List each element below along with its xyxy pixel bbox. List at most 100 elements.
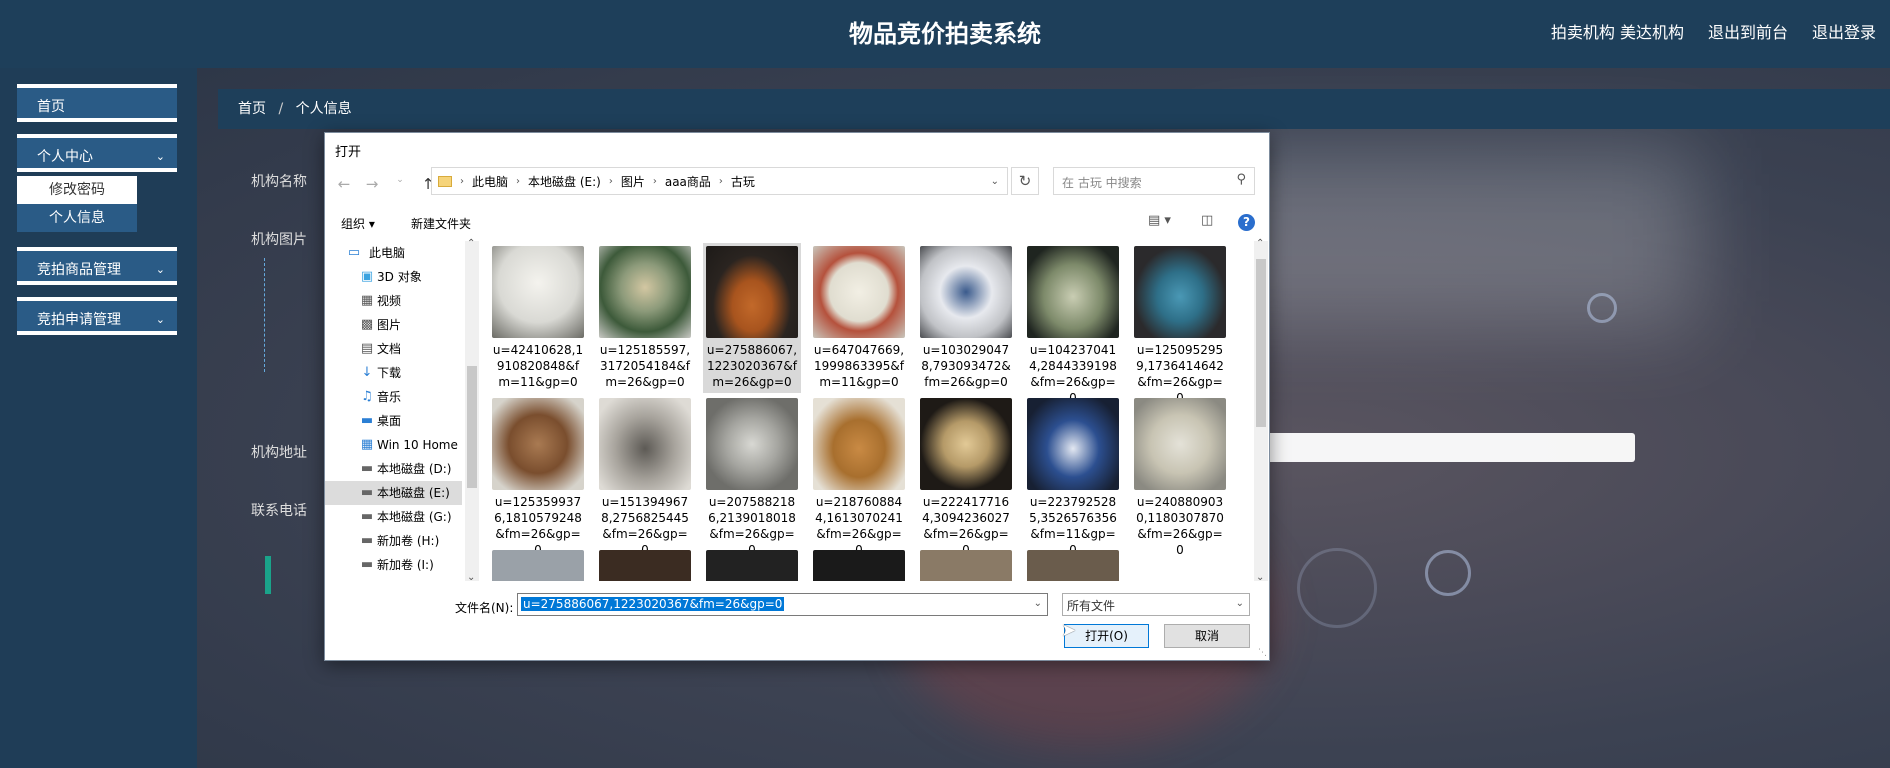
refresh-icon[interactable]: ↻ [1011, 167, 1039, 195]
drive-icon: ▬ [360, 557, 374, 572]
tree-item-drive-d[interactable]: ▬ 本地磁盘 (D:) [325, 457, 462, 481]
cancel-button[interactable]: 取消 [1164, 624, 1250, 648]
drive-icon: ▦ [360, 437, 374, 452]
file-item-partial[interactable] [489, 547, 587, 581]
file-grid-scrollbar[interactable]: ⌃ ⌄ [1254, 238, 1268, 583]
recent-dropdown-icon[interactable]: ⌄ [391, 175, 409, 193]
document-icon: ▤ [360, 341, 374, 356]
submenu-change-password[interactable]: 修改密码 [17, 176, 137, 204]
tree-item-pictures[interactable]: ▩ 图片 [325, 313, 462, 337]
tree-item-label: 本地磁盘 (D:) [377, 462, 452, 476]
back-to-front-link[interactable]: 退出到前台 [1708, 19, 1788, 43]
file-item[interactable]: u=1513949678,2756825445&fm=26&gp=0 [596, 395, 694, 557]
file-type-select[interactable]: 所有文件 ⌄ [1062, 593, 1250, 616]
file-item-partial[interactable] [1024, 547, 1122, 581]
file-item-partial[interactable] [596, 547, 694, 581]
file-item-partial[interactable] [703, 547, 801, 581]
file-thumbnail [920, 550, 1012, 581]
org-name-link[interactable]: 拍卖机构 美达机构 [1551, 19, 1684, 43]
address-bar[interactable]: › 此电脑 › 本地磁盘 (E:) › 图片 › aaa商品 › 古玩 ⌄ [431, 167, 1008, 195]
file-thumbnail [599, 398, 691, 490]
scroll-down-icon[interactable]: ⌄ [1256, 572, 1264, 583]
file-thumbnail [920, 246, 1012, 338]
view-options-icon[interactable]: ▤ ▾ [1148, 213, 1171, 228]
file-item[interactable]: u=2408809030,1180307870&fm=26&gp=0 [1131, 395, 1229, 557]
label-org-address: 机构地址 [251, 445, 307, 461]
tree-item-win10[interactable]: ▦ Win 10 Home › [325, 433, 462, 457]
back-arrow-icon[interactable]: ← [335, 175, 353, 193]
scrollbar-thumb[interactable] [467, 366, 477, 488]
file-item[interactable]: u=1030290478,793093472&fm=26&gp=0 [917, 243, 1015, 393]
file-item[interactable]: u=2187608844,1613070241&fm=26&gp=0 [810, 395, 908, 557]
file-thumbnail [920, 398, 1012, 490]
scroll-up-icon[interactable]: ⌃ [467, 238, 475, 249]
open-button[interactable]: 打开(O) [1064, 624, 1149, 648]
tree-item-drive-i[interactable]: ▬ 新加卷 (I:) [325, 553, 462, 577]
new-folder-button[interactable]: 新建文件夹 [411, 215, 471, 232]
file-thumbnail [1027, 398, 1119, 490]
picture-icon: ▩ [360, 317, 374, 332]
tree-item-downloads[interactable]: ↓ 下载 [325, 361, 462, 385]
file-item-selected[interactable]: u=275886067,1223020367&fm=26&gp=0 [703, 243, 801, 393]
sidebar-item-label: 竞拍申请管理 [37, 312, 121, 328]
background-ring [1425, 550, 1471, 596]
file-item[interactable]: u=2237925285,3526576356&fm=11&gp=0 [1024, 395, 1122, 557]
tree-item-music[interactable]: ♫ 音乐 [325, 385, 462, 409]
file-item[interactable]: u=2075882186,2139018018&fm=26&gp=0 [703, 395, 801, 557]
chevron-right-icon: › [608, 175, 613, 187]
tree-item-label: 此电脑 [369, 246, 406, 260]
file-item[interactable]: u=647047669,1999863395&fm=11&gp=0 [810, 243, 908, 393]
path-segment[interactable]: 本地磁盘 (E:) [528, 173, 601, 190]
dialog-toolbar: 组织 ▾ 新建文件夹 ▤ ▾ ◫ ? [325, 208, 1269, 238]
chevron-down-icon[interactable]: ⌄ [991, 176, 999, 187]
file-item[interactable]: u=2224177164,3094236027&fm=26&gp=0 [917, 395, 1015, 557]
tree-item-label: 新加卷 (H:) [377, 534, 440, 548]
scrollbar-thumb[interactable] [1256, 259, 1266, 427]
sidebar-item-auction-applications[interactable]: 竞拍申请管理 ⌄ [17, 297, 177, 335]
file-name: u=2408809030,1180307870&fm=26&gp=0 [1136, 495, 1224, 557]
path-segment[interactable]: 古玩 [731, 173, 755, 190]
tree-item-drive-e[interactable]: ▬ 本地磁盘 (E:) [325, 481, 462, 505]
file-name-input[interactable]: u=275886067,1223020367&fm=26&gp=0 ⌄ [517, 593, 1048, 616]
resize-grip-icon[interactable]: ⋱ [1258, 648, 1267, 658]
file-item[interactable]: u=1250952959,1736414642&fm=26&gp=0 [1131, 243, 1229, 405]
sidebar-item-home[interactable]: 首页 [17, 84, 177, 122]
submenu-personal-info[interactable]: 个人信息 [17, 204, 137, 232]
path-segment[interactable]: 此电脑 [472, 173, 508, 190]
tree-item-desktop[interactable]: ▬ 桌面 [325, 409, 462, 433]
path-segment[interactable]: aaa商品 [665, 173, 711, 190]
sidebar-item-personal-center[interactable]: 个人中心 ⌄ [17, 134, 177, 172]
chevron-down-icon: ⌄ [155, 313, 165, 326]
help-icon[interactable]: ? [1238, 214, 1255, 231]
submit-button[interactable] [265, 556, 271, 594]
breadcrumb-home[interactable]: 首页 [238, 101, 266, 117]
tree-item-drive-h[interactable]: ▬ 新加卷 (H:) [325, 529, 462, 553]
file-item-partial[interactable] [810, 547, 908, 581]
logout-link[interactable]: 退出登录 [1812, 19, 1876, 43]
scroll-up-icon[interactable]: ⌃ [1256, 238, 1264, 249]
path-segment[interactable]: 图片 [621, 173, 645, 190]
file-item[interactable]: u=125185597,3172054184&fm=26&gp=0 [596, 243, 694, 393]
tree-item-videos[interactable]: ▦ 视频 [325, 289, 462, 313]
file-item[interactable]: u=42410628,1910820848&fm=11&gp=0 [489, 243, 587, 393]
tree-item-documents[interactable]: ▤ 文档 [325, 337, 462, 361]
tree-scrollbar[interactable]: ⌃ ⌄ [465, 238, 479, 583]
file-name: u=1030290478,793093472&fm=26&gp=0 [921, 343, 1011, 389]
cube-icon: ▣ [360, 269, 374, 284]
chevron-down-icon[interactable]: ⌄ [1034, 598, 1042, 609]
sidebar-item-auction-goods[interactable]: 竞拍商品管理 ⌄ [17, 247, 177, 285]
file-item[interactable]: u=1253599376,1810579248&fm=26&gp=0 [489, 395, 587, 557]
preview-pane-icon[interactable]: ◫ [1201, 213, 1213, 228]
tree-item-label: 3D 对象 [377, 270, 422, 284]
file-item[interactable]: u=1042370414,2844339198&fm=26&gp=0 [1024, 243, 1122, 405]
forward-arrow-icon[interactable]: → [363, 175, 381, 193]
tree-item-3d[interactable]: ▣ 3D 对象 [325, 265, 462, 289]
tree-item-this-pc[interactable]: ▭ 此电脑 [325, 241, 462, 265]
scroll-down-icon[interactable]: ⌄ [467, 572, 475, 583]
organize-button[interactable]: 组织 ▾ [341, 215, 375, 232]
search-input[interactable]: 在 古玩 中搜索 ⚲ [1053, 167, 1255, 195]
file-item-partial[interactable] [917, 547, 1015, 581]
org-address-input[interactable] [1252, 433, 1635, 462]
tree-item-drive-g[interactable]: ▬ 本地磁盘 (G:) [325, 505, 462, 529]
sidebar-item-label: 首页 [37, 99, 65, 115]
